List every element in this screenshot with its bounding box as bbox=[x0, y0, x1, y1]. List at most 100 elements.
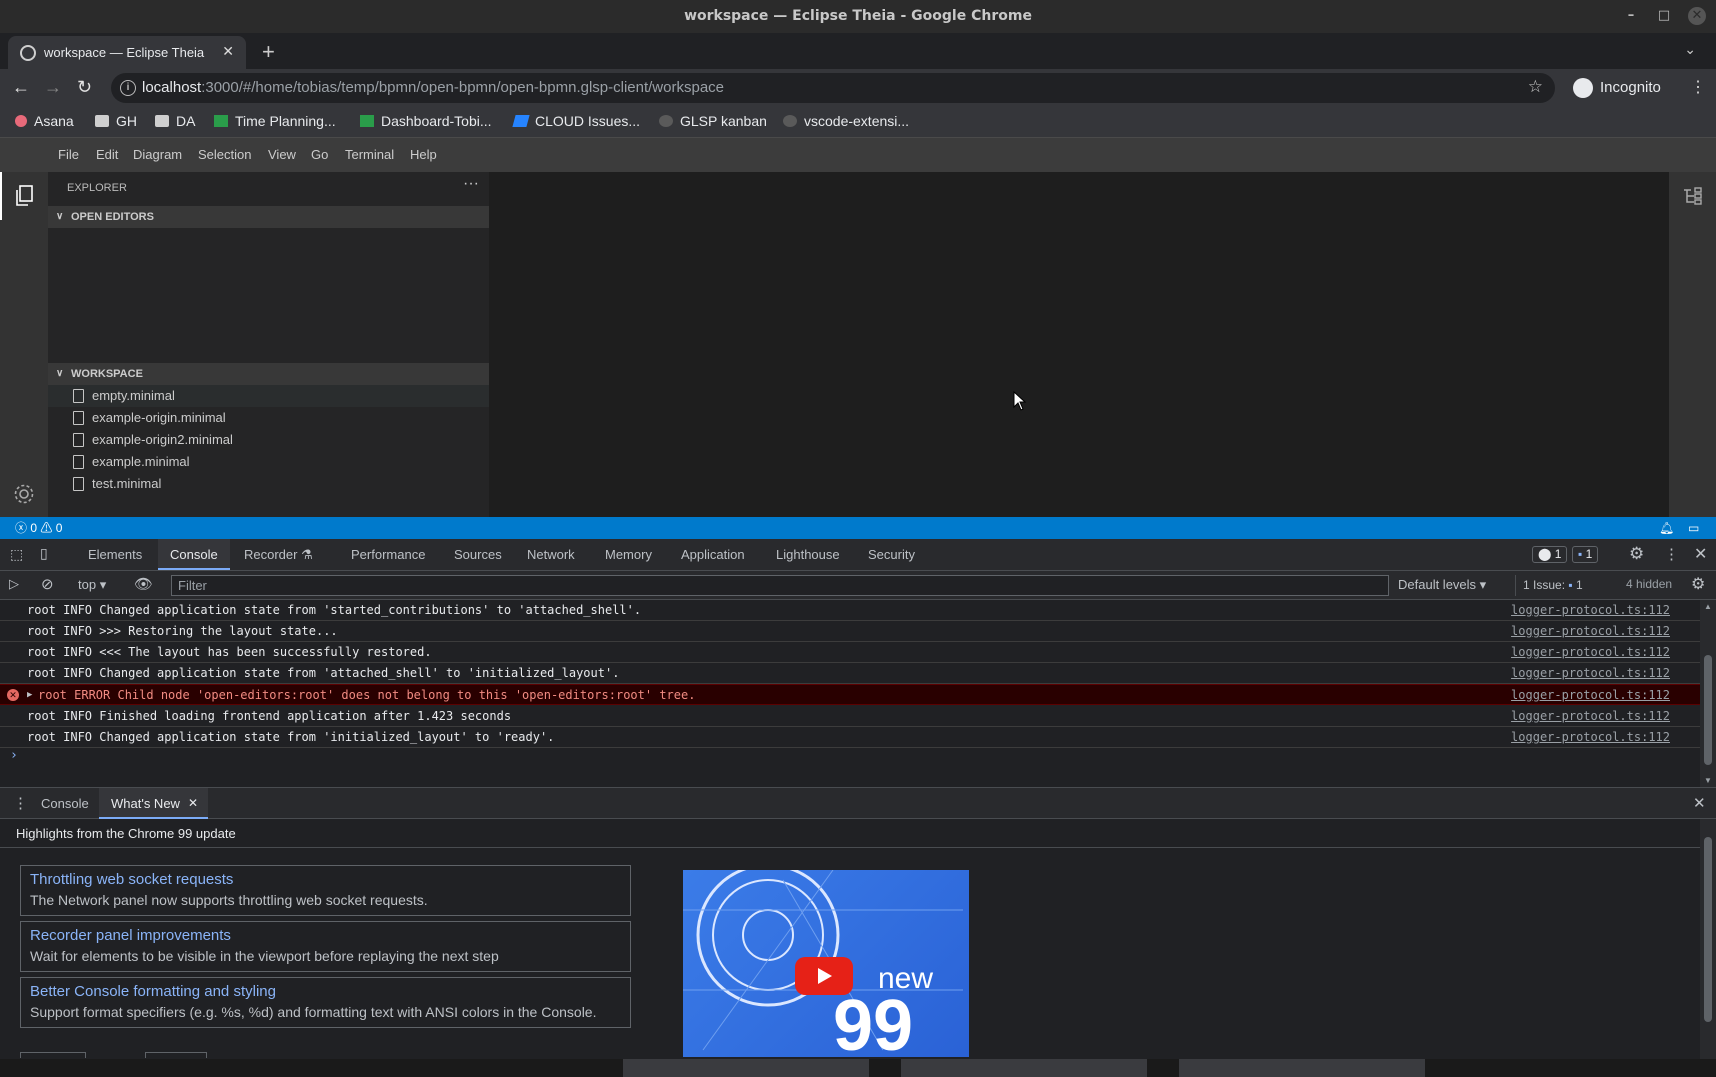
feature-description: Support format specifiers (e.g. %s, %d) … bbox=[30, 1004, 597, 1020]
tab-performance[interactable]: Performance bbox=[339, 539, 437, 570]
tab-security[interactable]: Security bbox=[856, 539, 927, 570]
log-source-link[interactable]: logger-protocol.ts:112 bbox=[1511, 621, 1670, 641]
sidebar-toggle-icon[interactable]: ▷ bbox=[9, 576, 19, 592]
workspace-header[interactable]: ∨ WORKSPACE bbox=[48, 363, 489, 385]
explorer-files-icon[interactable] bbox=[13, 184, 35, 208]
minimize-icon[interactable]: – bbox=[1622, 7, 1640, 25]
tab-recorder[interactable]: Recorder ⚗ bbox=[232, 539, 325, 570]
info-icon[interactable]: i bbox=[120, 80, 136, 96]
error-count-badge[interactable]: ⬤ 1 bbox=[1532, 546, 1568, 563]
file-item[interactable]: example-origin2.minimal bbox=[48, 429, 489, 451]
problems-status[interactable]: ⓧ 0 ⚠ 0 bbox=[15, 517, 62, 539]
open-editors-header[interactable]: ∨ OPEN EDITORS bbox=[48, 206, 489, 228]
file-item[interactable]: test.minimal bbox=[48, 473, 489, 495]
log-source-link[interactable]: logger-protocol.ts:112 bbox=[1511, 685, 1670, 705]
back-icon[interactable]: ← bbox=[12, 77, 30, 98]
menu-file[interactable]: File bbox=[58, 147, 79, 162]
console-prompt[interactable]: › bbox=[10, 748, 18, 763]
tab-elements[interactable]: Elements bbox=[76, 539, 154, 570]
file-item[interactable]: example-origin.minimal bbox=[48, 407, 489, 429]
feature-title[interactable]: Throttling web socket requests bbox=[30, 871, 233, 888]
log-source-link[interactable]: logger-protocol.ts:112 bbox=[1511, 600, 1670, 620]
devtools-menu-icon[interactable]: ⋮ bbox=[1664, 545, 1679, 563]
menu-terminal[interactable]: Terminal bbox=[345, 147, 394, 162]
maximize-icon[interactable]: □ bbox=[1655, 7, 1673, 25]
feature-card[interactable]: Recorder panel improvements Wait for ele… bbox=[20, 921, 631, 972]
live-expression-eye-icon[interactable]: 👁︎ bbox=[134, 575, 153, 593]
menu-selection[interactable]: Selection bbox=[198, 147, 251, 162]
drawer-tab-console[interactable]: Console bbox=[29, 788, 101, 819]
clear-console-icon[interactable]: ⊘ bbox=[41, 575, 54, 593]
menu-edit[interactable]: Edit bbox=[96, 147, 118, 162]
bookmark-asana[interactable]: Asana bbox=[15, 113, 74, 129]
panel-toggle-icon[interactable]: ▭ bbox=[1688, 517, 1699, 539]
inspect-element-icon[interactable]: ⬚ bbox=[10, 546, 23, 563]
feature-card[interactable]: Throttling web socket requests The Netwo… bbox=[20, 865, 631, 916]
chrome-99-video-thumbnail[interactable]: new 99 bbox=[683, 870, 969, 1057]
chrome-menu-icon[interactable]: ⋮ bbox=[1690, 77, 1706, 97]
console-scrollbar[interactable]: ▲ ▼ bbox=[1700, 600, 1716, 787]
incognito-profile-button[interactable]: Incognito bbox=[1568, 73, 1669, 103]
context-selector[interactable]: top ▾ bbox=[78, 577, 106, 593]
tab-network[interactable]: Network bbox=[515, 539, 587, 570]
bookmark-star-icon[interactable]: ☆ bbox=[1528, 77, 1543, 97]
close-window-icon[interactable]: ✕ bbox=[1688, 7, 1706, 25]
menu-view[interactable]: View bbox=[268, 147, 296, 162]
tab-sources[interactable]: Sources bbox=[442, 539, 514, 570]
tab-lighthouse[interactable]: Lighthouse bbox=[764, 539, 852, 570]
file-item[interactable]: empty.minimal bbox=[48, 385, 489, 407]
navigation-bar: ← → ↻ i localhost:3000/#/home/tobias/tem… bbox=[0, 69, 1716, 107]
log-source-link[interactable]: logger-protocol.ts:112 bbox=[1511, 727, 1670, 747]
bookmark-dashboard[interactable]: Dashboard-Tobi... bbox=[360, 113, 492, 129]
editor-area[interactable] bbox=[489, 172, 1669, 517]
log-source-link[interactable]: logger-protocol.ts:112 bbox=[1511, 706, 1670, 726]
tab-search-icon[interactable]: ⌄ bbox=[1684, 41, 1696, 58]
feature-title[interactable]: Recorder panel improvements bbox=[30, 927, 231, 944]
tab-console[interactable]: Console bbox=[158, 539, 230, 570]
console-filter-input[interactable]: Filter bbox=[171, 575, 1389, 596]
url-text[interactable]: localhost:3000/#/home/tobias/temp/bpmn/o… bbox=[142, 79, 724, 96]
address-bar[interactable]: i localhost:3000/#/home/tobias/temp/bpmn… bbox=[111, 73, 1555, 103]
menu-diagram[interactable]: Diagram bbox=[133, 147, 182, 162]
close-devtools-icon[interactable]: ✕ bbox=[1694, 544, 1707, 564]
new-tab-icon[interactable]: + bbox=[262, 39, 275, 65]
issues-button[interactable]: 1 Issue: ▪ 1 bbox=[1515, 575, 1583, 596]
tab-memory[interactable]: Memory bbox=[593, 539, 664, 570]
forward-icon[interactable]: → bbox=[44, 77, 62, 98]
menu-help[interactable]: Help bbox=[410, 147, 437, 162]
drawer-scrollbar[interactable] bbox=[1700, 819, 1716, 1059]
settings-gear-icon[interactable] bbox=[12, 482, 36, 506]
bell-icon[interactable]: 🔔︎ bbox=[1659, 517, 1674, 539]
more-actions-icon[interactable]: ··· bbox=[463, 175, 479, 193]
log-source-link[interactable]: logger-protocol.ts:112 bbox=[1511, 642, 1670, 662]
feature-card[interactable]: Better Console formatting and styling Su… bbox=[20, 977, 631, 1028]
bookmark-vscode-extension[interactable]: vscode-extensi... bbox=[783, 113, 909, 129]
outline-icon[interactable] bbox=[1682, 186, 1704, 206]
page-peek-strip bbox=[0, 1059, 1716, 1077]
menu-go[interactable]: Go bbox=[311, 147, 328, 162]
bookmark-cloud-issues[interactable]: CLOUD Issues... bbox=[512, 113, 640, 129]
file-item[interactable]: example.minimal bbox=[48, 451, 489, 473]
bookmark-da[interactable]: DA bbox=[155, 113, 195, 129]
bookmark-glsp-kanban[interactable]: GLSP kanban bbox=[659, 113, 767, 129]
reload-icon[interactable]: ↻ bbox=[77, 77, 92, 98]
bookmark-gh[interactable]: GH bbox=[95, 113, 137, 129]
log-source-link[interactable]: logger-protocol.ts:112 bbox=[1511, 663, 1670, 683]
message-count-badge[interactable]: ▪ 1 bbox=[1572, 546, 1599, 563]
log-line-error[interactable]: ✕ ▶ root ERROR Child node 'open-editors:… bbox=[0, 684, 1700, 705]
drawer-menu-icon[interactable]: ⋮ bbox=[13, 794, 28, 812]
log-levels-dropdown[interactable]: Default levels ▾ bbox=[1398, 577, 1486, 593]
devtools-settings-icon[interactable]: ⚙ bbox=[1629, 544, 1644, 564]
expand-triangle-icon[interactable]: ▶ bbox=[27, 685, 32, 705]
feature-title[interactable]: Better Console formatting and styling bbox=[30, 983, 276, 1000]
browser-tab[interactable]: workspace — Eclipse Theia ✕ bbox=[8, 36, 246, 69]
console-settings-icon[interactable]: ⚙ bbox=[1691, 574, 1705, 594]
close-tab-icon[interactable]: ✕ bbox=[222, 43, 234, 60]
log-line: root INFO Changed application state from… bbox=[0, 663, 1700, 684]
tab-application[interactable]: Application bbox=[669, 539, 757, 570]
close-whats-new-icon[interactable]: ✕ bbox=[188, 796, 198, 810]
github-icon bbox=[659, 115, 673, 127]
bookmark-time-planning[interactable]: Time Planning... bbox=[214, 113, 336, 129]
close-drawer-icon[interactable]: ✕ bbox=[1693, 794, 1706, 812]
device-toolbar-icon[interactable]: ▯ bbox=[40, 545, 48, 562]
